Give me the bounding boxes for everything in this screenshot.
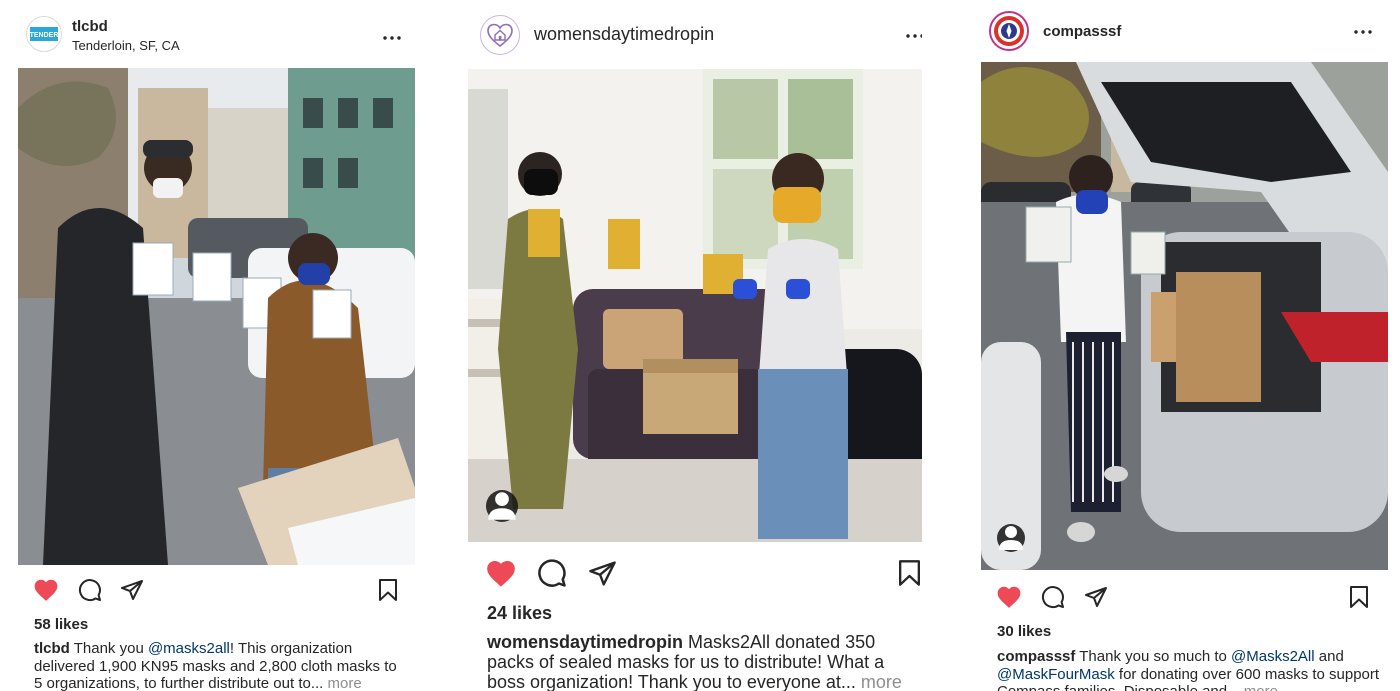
username[interactable]: womensdaytimedropin (534, 24, 714, 45)
more-options-icon[interactable] (383, 29, 401, 47)
post-caption: womensdaytimedropin Masks2All donated 35… (487, 632, 917, 691)
avatar[interactable] (480, 14, 520, 55)
caption-more-link[interactable]: more (861, 672, 902, 691)
caption-text: Thank you (69, 640, 148, 657)
post-actions (981, 583, 1388, 613)
tagged-user-icon[interactable] (486, 490, 518, 522)
caption-username[interactable]: compasssf (997, 648, 1075, 665)
post-caption: compasssf Thank you so much to @Masks2Al… (997, 648, 1387, 691)
share-icon[interactable] (586, 557, 618, 589)
svg-text:TENDER: TENDER (30, 32, 59, 39)
post-card-womensdaytimedropin: womensdaytimedropin 24 likes womensdayti… (468, 0, 922, 691)
bookmark-icon[interactable] (894, 557, 922, 589)
post-card-tlcbd: TENDER tlcbd Tenderloin, SF, CA 58 likes… (18, 0, 415, 691)
avatar[interactable] (989, 11, 1029, 51)
likes-count[interactable]: 24 likes (487, 603, 552, 624)
post-actions (468, 557, 922, 587)
house-heart-logo-icon (487, 23, 513, 47)
post-photo[interactable] (18, 68, 415, 565)
username[interactable]: compasssf (1043, 23, 1121, 40)
post-photo[interactable] (981, 62, 1388, 570)
share-icon[interactable] (1082, 583, 1110, 611)
more-options-icon[interactable] (1354, 23, 1372, 41)
like-heart-icon[interactable] (995, 583, 1023, 611)
post-header: compasssf (981, 0, 1388, 62)
post-header: TENDER tlcbd Tenderloin, SF, CA (18, 0, 415, 68)
comment-icon[interactable] (1039, 583, 1067, 611)
comment-icon[interactable] (536, 557, 568, 589)
tenderloin-logo-icon: TENDER (30, 27, 59, 41)
tagged-user-icon[interactable] (997, 524, 1025, 552)
like-heart-icon[interactable] (32, 576, 60, 604)
caption-mention[interactable]: @masks2all (148, 640, 230, 657)
compass-logo-icon (994, 16, 1024, 46)
avatar[interactable]: TENDER (26, 16, 62, 52)
caption-more-link[interactable]: more (1244, 683, 1278, 691)
caption-text: and (1314, 648, 1344, 665)
caption-mention[interactable]: @Masks2All (1231, 648, 1315, 665)
post-caption: tlcbd Thank you @masks2all! This organiz… (34, 640, 406, 691)
comment-icon[interactable] (76, 576, 104, 604)
bookmark-icon[interactable] (1345, 583, 1373, 611)
likes-count[interactable]: 58 likes (34, 616, 88, 633)
post-header: womensdaytimedropin (468, 0, 922, 69)
likes-count[interactable]: 30 likes (997, 623, 1051, 640)
caption-more-link[interactable]: more (328, 675, 362, 691)
post-photo[interactable] (468, 69, 922, 542)
caption-username[interactable]: tlcbd (34, 640, 70, 657)
caption-username[interactable]: womensdaytimedropin (487, 632, 683, 652)
caption-text: Thank you so much to (1075, 648, 1232, 665)
more-options-icon[interactable] (906, 27, 922, 45)
post-actions (18, 576, 415, 606)
location[interactable]: Tenderloin, SF, CA (72, 38, 180, 53)
caption-mention[interactable]: @MaskFourMask (997, 666, 1115, 683)
post-card-compasssf: compasssf 30 likes compasssf Thank you s… (981, 0, 1388, 691)
bookmark-icon[interactable] (374, 576, 402, 604)
username[interactable]: tlcbd (72, 18, 180, 35)
like-heart-icon[interactable] (484, 557, 518, 589)
share-icon[interactable] (118, 576, 146, 604)
